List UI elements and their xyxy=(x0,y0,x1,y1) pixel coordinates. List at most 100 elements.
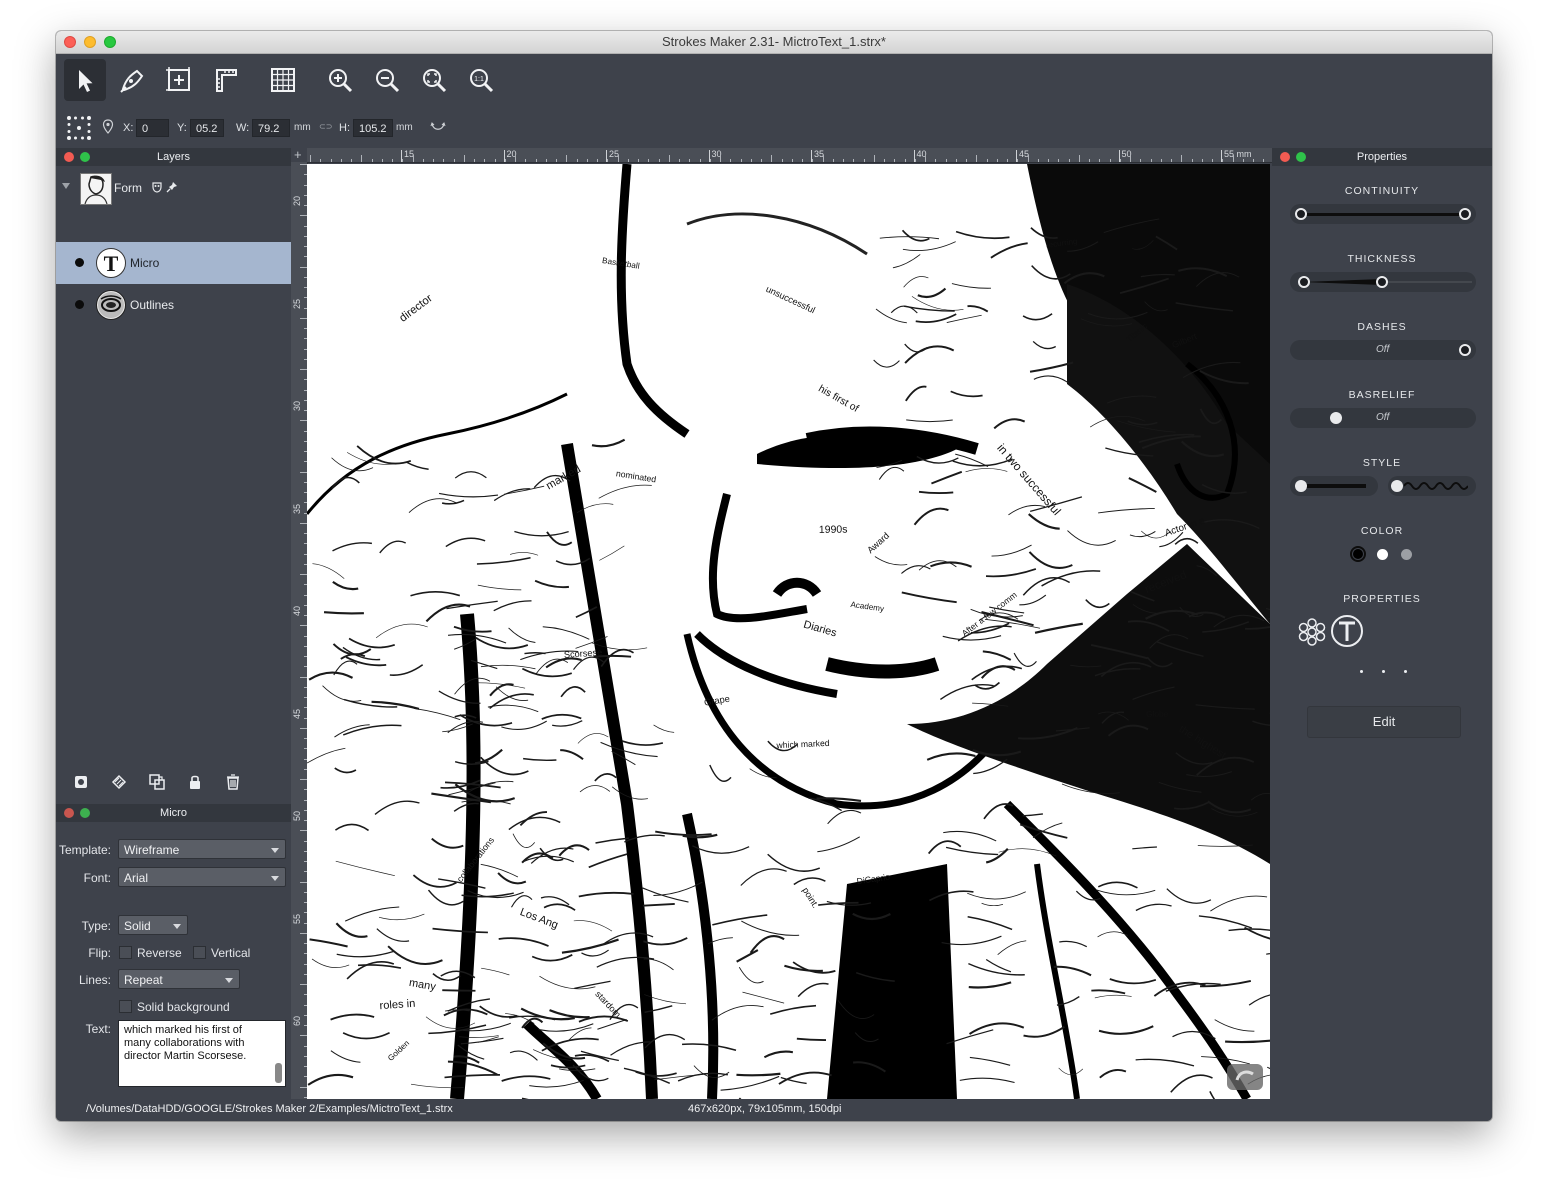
scribble-stroke xyxy=(477,584,522,591)
ruler-top-minor-tick xyxy=(1191,159,1193,162)
style-solid-handle[interactable] xyxy=(1295,480,1307,492)
color-white-swatch[interactable] xyxy=(1377,549,1388,560)
shirt-line xyxy=(682,812,719,1099)
continuity-max-handle[interactable] xyxy=(1459,208,1471,220)
micro-text-area[interactable]: which marked his first of many collabora… xyxy=(118,1020,286,1087)
scribble-stroke xyxy=(692,845,750,854)
minimize-window-button[interactable] xyxy=(84,36,96,48)
new-layer-icon[interactable] xyxy=(72,773,90,791)
dashes-toggle[interactable]: Off xyxy=(1290,340,1476,360)
lock-icon[interactable] xyxy=(186,773,204,791)
continuity-min-handle[interactable] xyxy=(1295,208,1307,220)
page-dot-1[interactable] xyxy=(1360,670,1363,673)
x-field[interactable]: 0 xyxy=(136,119,169,137)
zoom-actual-button[interactable]: 1:1 xyxy=(460,59,502,101)
continuity-slider[interactable] xyxy=(1290,204,1476,224)
select-tool-button[interactable] xyxy=(64,59,106,101)
width-field[interactable]: 79.2 xyxy=(252,119,290,137)
color-gray-swatch[interactable] xyxy=(1401,549,1412,560)
scribble-stroke xyxy=(560,686,586,698)
ruler-top-minor-tick xyxy=(761,159,762,162)
scribble-stroke xyxy=(1099,1069,1127,1079)
chevron-down-icon xyxy=(271,876,279,881)
style-wave-handle[interactable] xyxy=(1391,480,1403,492)
pen-tool-button[interactable] xyxy=(111,59,153,101)
color-black-swatch[interactable] xyxy=(1350,546,1366,562)
solid-background-checkbox[interactable] xyxy=(119,1000,132,1013)
micro-close-button[interactable] xyxy=(64,808,74,818)
zoom-fit-button[interactable] xyxy=(413,59,455,101)
style-wave-option[interactable] xyxy=(1388,476,1476,496)
vertical-checkbox[interactable] xyxy=(193,946,206,959)
ruler-left-minor-tick xyxy=(300,932,307,934)
mask-icon[interactable] xyxy=(151,181,163,193)
chevron-down-icon xyxy=(271,848,279,853)
duplicate-layer-icon[interactable] xyxy=(110,773,128,791)
layer-form[interactable]: Form xyxy=(56,168,291,208)
link-proportions-icon[interactable]: ⊂⊃ xyxy=(319,122,332,131)
scribble-stroke xyxy=(335,922,368,938)
chevron-down-icon xyxy=(225,978,233,983)
text-property-icon[interactable] xyxy=(1330,614,1364,648)
thickness-slider[interactable] xyxy=(1290,272,1476,292)
visibility-dot-icon[interactable] xyxy=(75,258,84,267)
basrelief-toggle[interactable]: Off xyxy=(1290,408,1476,428)
scribble-stroke xyxy=(643,937,688,946)
artwork-canvas[interactable]: in two successful DiCaprio stardom Academy u… xyxy=(307,164,1270,1099)
zoom-in-button[interactable] xyxy=(319,59,361,101)
zoom-out-button[interactable] xyxy=(366,59,408,101)
flower-pattern-icon[interactable] xyxy=(1298,618,1326,646)
ruler-top-minor-tick xyxy=(791,159,793,162)
ruler-top-minor-tick xyxy=(443,159,445,162)
visibility-dot-icon[interactable] xyxy=(75,300,84,309)
ruler-top-minor-tick xyxy=(1099,159,1101,162)
dashes-handle[interactable] xyxy=(1459,344,1471,356)
layers-expand-button[interactable] xyxy=(80,152,90,162)
layer-outlines[interactable]: Outlines xyxy=(56,284,291,326)
ruler-top-minor-tick xyxy=(351,159,352,162)
y-field[interactable]: 05.2 xyxy=(190,119,224,137)
thickness-max-handle[interactable] xyxy=(1376,276,1388,288)
style-solid-option[interactable] xyxy=(1290,476,1378,496)
expand-triangle-icon[interactable] xyxy=(62,183,70,189)
thickness-min-handle[interactable] xyxy=(1298,276,1310,288)
ruler-left-minor-tick xyxy=(300,984,307,985)
scribble-stroke xyxy=(1097,881,1138,889)
micro-expand-button[interactable] xyxy=(80,808,90,818)
ruler-left-label: 30 xyxy=(292,400,302,411)
zoom-window-button[interactable] xyxy=(104,36,116,48)
lines-dropdown[interactable]: Repeat xyxy=(118,969,240,989)
properties-close-button[interactable] xyxy=(1280,152,1290,162)
pin-icon[interactable] xyxy=(166,181,178,193)
basrelief-handle[interactable] xyxy=(1330,412,1342,424)
ruler-top-minor-tick xyxy=(1130,155,1131,162)
layer-micro[interactable]: T Micro xyxy=(56,242,291,284)
page-dot-3[interactable] xyxy=(1404,670,1407,673)
basrelief-value: Off xyxy=(1376,412,1390,423)
close-window-button[interactable] xyxy=(64,36,76,48)
ruler-origin-icon[interactable]: + xyxy=(294,148,302,162)
layers-close-button[interactable] xyxy=(64,152,74,162)
font-dropdown[interactable]: Arial xyxy=(118,867,286,887)
trash-icon[interactable] xyxy=(224,773,242,791)
reverse-checkbox[interactable] xyxy=(119,946,132,959)
flip-icon[interactable] xyxy=(430,120,446,134)
scribble-stroke xyxy=(307,747,346,764)
properties-expand-button[interactable] xyxy=(1296,152,1306,162)
text-scrollbar[interactable] xyxy=(275,1063,282,1083)
frame-tool-button[interactable] xyxy=(158,59,200,101)
ruler-tool-button[interactable] xyxy=(205,59,247,101)
type-dropdown[interactable]: Solid xyxy=(118,915,188,935)
scribble-stroke xyxy=(709,764,732,782)
page-dot-2[interactable] xyxy=(1382,670,1385,673)
nostril xyxy=(772,577,822,598)
merge-layers-icon[interactable] xyxy=(148,773,166,791)
scribble-stroke xyxy=(378,913,425,921)
template-dropdown[interactable]: Wireframe xyxy=(118,839,286,859)
scribble-stroke xyxy=(931,470,963,485)
grid-tool-button[interactable] xyxy=(262,59,304,101)
scribble-stroke xyxy=(742,991,785,1004)
anchor-grid-icon[interactable] xyxy=(66,115,92,141)
edit-button[interactable]: Edit xyxy=(1307,706,1461,738)
height-field[interactable]: 105.2 xyxy=(353,119,393,137)
